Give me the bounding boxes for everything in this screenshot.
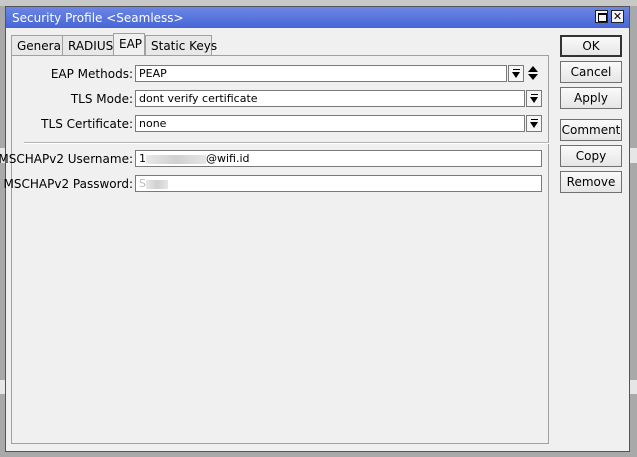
copy-button[interactable]: Copy [560,145,622,167]
mschapv2-username-label: MSCHAPv2 Username: [0,152,133,166]
security-profile-dialog: Security Profile <Seamless> ✕ General RA… [0,6,630,452]
mschapv2-password-label: MSCHAPv2 Password: [3,177,133,191]
separator [24,142,549,144]
eap-methods-field[interactable]: PEAP [135,65,507,82]
mschapv2-username-field[interactable]: 1 @wifi.id [135,150,542,167]
comment-button[interactable]: Comment [560,119,622,141]
tls-certificate-field[interactable]: none [135,115,525,132]
username-suffix: @wifi.id [206,152,250,165]
tab-radius[interactable]: RADIUS [62,35,114,55]
tls-certificate-label: TLS Certificate: [41,117,133,131]
redacted-text [146,154,206,164]
apply-button[interactable]: Apply [560,87,622,109]
password-prefix: S [139,177,146,190]
maximize-icon[interactable] [595,10,608,23]
tls-mode-label: TLS Mode: [70,92,133,106]
dropdown-arrow-icon[interactable] [526,115,542,132]
tab-eap[interactable]: EAP [113,33,145,57]
eap-tab-panel: EAP Methods: PEAP TLS Mode: dont verify … [0,55,549,444]
cancel-button[interactable]: Cancel [560,61,622,83]
mschapv2-password-field[interactable]: S [135,175,542,192]
eap-methods-label: EAP Methods: [50,67,133,81]
window-title: Security Profile <Seamless> [12,11,184,25]
title-bar[interactable]: Security Profile <Seamless> ✕ [6,7,629,28]
close-icon[interactable]: ✕ [611,10,624,23]
ok-button[interactable]: OK [560,35,622,57]
tab-static-keys[interactable]: Static Keys [145,35,217,55]
redacted-text [145,179,168,189]
tls-mode-field[interactable]: dont verify certificate [135,90,525,107]
up-down-arrows-icon[interactable] [527,65,539,82]
dropdown-arrow-icon[interactable] [508,65,524,82]
tab-general[interactable]: General [11,35,64,55]
remove-button[interactable]: Remove [560,171,622,193]
username-prefix: 1 [139,152,146,165]
dropdown-arrow-icon[interactable] [526,90,542,107]
